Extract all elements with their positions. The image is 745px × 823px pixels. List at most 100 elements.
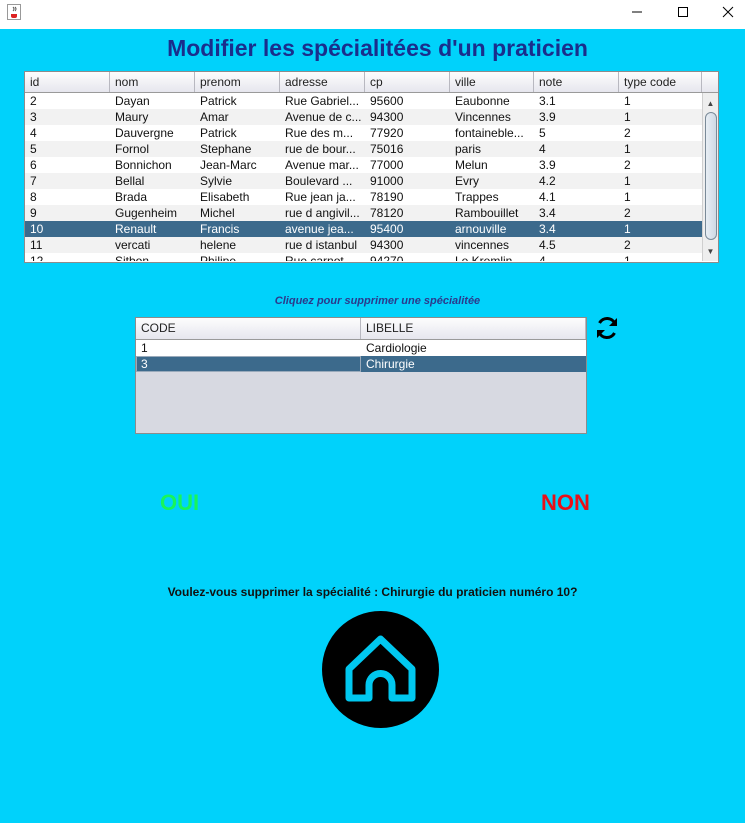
page-title: Modifier les spécialitées d'un praticien <box>167 35 588 61</box>
table-cell: 6 <box>30 158 37 172</box>
table-cell: 95400 <box>370 222 404 236</box>
table-cell: 9 <box>30 206 37 220</box>
column-header[interactable]: nom <box>110 72 195 92</box>
table-cell: 95600 <box>370 94 404 108</box>
table-cell: Bonnichon <box>115 158 172 172</box>
table-row[interactable]: 8 Brada Elisabeth Rue jean ja... 78190 Trappe… <box>25 189 702 205</box>
home-icon <box>345 635 416 702</box>
table-cell: Trappes <box>455 190 499 204</box>
scroll-down-arrow-icon[interactable]: ▼ <box>703 243 718 259</box>
table-cell: Renault <box>115 222 157 236</box>
specialites-table: CODE LIBELLE 1 Cardiologie 3 Chirurgie <box>135 317 587 434</box>
table-cell: paris <box>455 142 482 156</box>
column-header[interactable]: LIBELLE <box>361 318 586 339</box>
maximize-button[interactable] <box>660 0 705 24</box>
refresh-button[interactable] <box>594 315 620 341</box>
table-cell: Gugenheim <box>115 206 178 220</box>
table-cell: 5 <box>30 142 37 156</box>
table-row[interactable]: 7 Bellal Sylvie Boulevard ... 91000 Evry 4.2 1 <box>25 173 702 189</box>
table-row[interactable]: 3 Chirurgie <box>136 356 586 372</box>
table-cell: Melun <box>455 158 488 172</box>
oui-button[interactable]: OUI <box>160 490 199 516</box>
table-cell: Chirurgie <box>366 357 415 371</box>
column-header[interactable]: adresse <box>280 72 365 92</box>
table-cell: 1 <box>624 94 631 108</box>
scroll-up-arrow-icon[interactable]: ▲ <box>703 95 718 111</box>
table-cell: 3 <box>30 110 37 124</box>
table-cell: Michel <box>200 206 235 220</box>
table-cell: 91000 <box>370 174 404 188</box>
table-cell: 10 <box>30 222 44 236</box>
minimize-button[interactable] <box>614 0 659 24</box>
praticiens-table-body: 2 Dayan Patrick Rue Gabriel... 95600 Eaubonne… <box>25 93 702 261</box>
column-header[interactable]: id <box>25 72 110 92</box>
table-cell: 8 <box>30 190 37 204</box>
table-cell: 3 <box>136 356 361 372</box>
table-cell: 4.2 <box>539 174 556 188</box>
minimize-icon <box>631 11 642 13</box>
table-row[interactable]: 6 Bonnichon Jean-Marc Avenue mar... 77000 Mel… <box>25 157 702 173</box>
table-row[interactable]: 10 Renault Francis avenue jea... 95400 arnouv… <box>25 221 702 237</box>
table-cell: Maury <box>115 110 149 124</box>
column-header[interactable]: type code <box>619 72 702 92</box>
column-header[interactable]: prenom <box>195 72 280 92</box>
non-button[interactable]: NON <box>541 490 590 516</box>
table-cell: Stephane <box>200 142 252 156</box>
table-cell: 2 <box>30 94 37 108</box>
column-header[interactable]: cp <box>365 72 450 92</box>
table-cell: fontaineble... <box>455 126 524 140</box>
table-cell: Vincennes <box>455 110 511 124</box>
table-cell: 1 <box>141 341 148 355</box>
column-header[interactable]: note <box>534 72 619 92</box>
table-cell: helene <box>200 238 237 252</box>
table-cell: 1 <box>624 222 631 236</box>
table-row[interactable]: 5 Fornol Stephane rue de bour... 75016 paris 4… <box>25 141 702 157</box>
table-cell: Evry <box>455 174 479 188</box>
table-cell: 4 <box>539 254 546 261</box>
close-icon <box>722 6 733 18</box>
table-cell: Philipe <box>200 254 237 261</box>
close-button[interactable] <box>705 0 745 24</box>
praticiens-table-scrollbar[interactable]: ▲ ▼ <box>702 93 718 261</box>
table-cell: Bellal <box>115 174 145 188</box>
table-cell: Elisabeth <box>200 190 250 204</box>
table-cell: 75016 <box>370 142 404 156</box>
table-cell: Eaubonne <box>455 94 510 108</box>
column-header[interactable]: CODE <box>136 318 361 339</box>
table-cell: 2 <box>624 158 631 172</box>
table-row[interactable]: 3 Maury Amar Avenue de c... 94300 Vincennes 3.… <box>25 109 702 125</box>
table-cell: arnouville <box>455 222 507 236</box>
praticiens-table: id nom prenom adresse cp ville note type code 2… <box>24 71 719 263</box>
scrollbar-thumb[interactable] <box>705 112 717 240</box>
table-cell: Avenue mar... <box>285 158 359 172</box>
table-row[interactable]: 1 Cardiologie <box>136 340 586 356</box>
table-cell: 1 <box>624 190 631 204</box>
refresh-icon <box>597 316 617 340</box>
table-cell: rue de bour... <box>285 142 356 156</box>
table-cell: 2 <box>624 206 631 220</box>
column-header[interactable]: ville <box>450 72 534 92</box>
table-cell: Jean-Marc <box>200 158 257 172</box>
table-row[interactable]: 11 vercati helene rue d istanbul 94300 vincen… <box>25 237 702 253</box>
table-cell: Patrick <box>200 94 237 108</box>
home-button[interactable] <box>322 611 439 728</box>
table-cell: 94300 <box>370 110 404 124</box>
table-row[interactable]: 12 Sitbon Philipe Rue carnot 94270 Le Kremlin… <box>25 253 702 261</box>
table-cell: Amar <box>200 110 229 124</box>
maximize-icon <box>677 7 688 17</box>
table-row[interactable]: 2 Dayan Patrick Rue Gabriel... 95600 Eaubonne… <box>25 93 702 109</box>
table-cell: Boulevard ... <box>285 174 353 188</box>
table-cell: 4.5 <box>539 238 556 252</box>
table-row[interactable]: 9 Gugenheim Michel rue d angivil... 78120 Ram… <box>25 205 702 221</box>
table-cell: Patrick <box>200 126 237 140</box>
confirm-question: Voulez-vous supprimer la spécialité : Ch… <box>167 585 578 599</box>
java-cup-icon <box>7 4 21 20</box>
table-cell: 78120 <box>370 206 404 220</box>
table-cell: Cardiologie <box>366 341 427 355</box>
table-row[interactable]: 4 Dauvergne Patrick Rue des m... 77920 fontai… <box>25 125 702 141</box>
table-cell: 3.4 <box>539 222 556 236</box>
table-cell: Sitbon <box>115 254 150 261</box>
table-cell: Rue jean ja... <box>285 190 356 204</box>
table-cell: 3.1 <box>539 94 556 108</box>
table-cell: 1 <box>624 174 631 188</box>
